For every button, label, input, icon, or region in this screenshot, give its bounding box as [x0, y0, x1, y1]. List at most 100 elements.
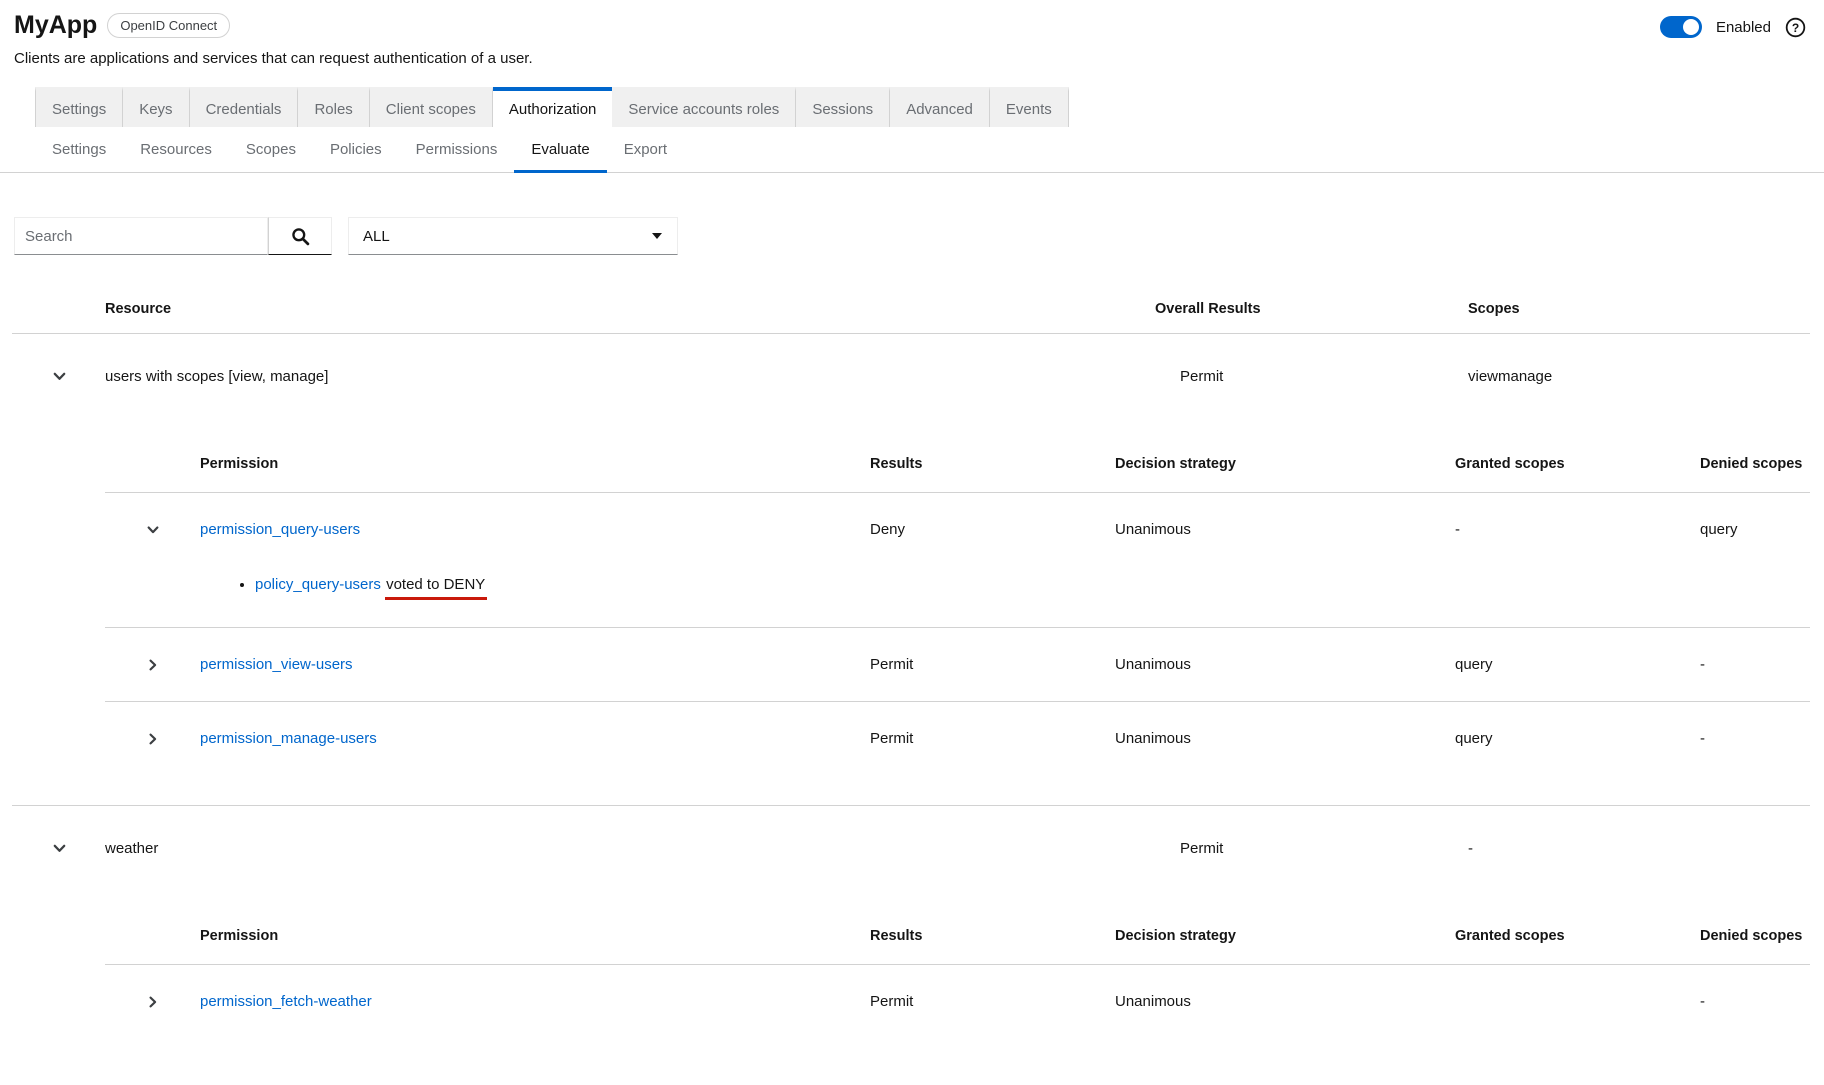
- row-expander[interactable]: [105, 523, 160, 537]
- permission-row: permission_manage-users Permit Unanimous…: [105, 702, 1810, 775]
- help-icon[interactable]: ?: [1785, 17, 1806, 38]
- tab-service-accounts-roles[interactable]: Service accounts roles: [612, 87, 796, 127]
- enabled-toggle[interactable]: [1660, 16, 1702, 38]
- permissions-table: Permission Results Decision strategy Gra…: [105, 418, 1810, 775]
- permission-row: permission_fetch-weather Permit Unanimou…: [105, 965, 1810, 1038]
- subtab-export[interactable]: Export: [607, 127, 684, 173]
- decision-strategy-value: Unanimous: [1115, 521, 1455, 538]
- granted-scopes-value: query: [1455, 730, 1700, 747]
- permission-link[interactable]: permission_view-users: [200, 656, 353, 673]
- tab-keys[interactable]: Keys: [123, 87, 189, 127]
- result-value: Permit: [870, 730, 1115, 747]
- scopes-value: viewmanage: [1468, 368, 1810, 385]
- result-value: Permit: [870, 993, 1115, 1010]
- caret-down-icon: [651, 232, 663, 240]
- denied-scopes-value: -: [1700, 656, 1810, 673]
- page-title: MyApp: [14, 10, 97, 40]
- svg-text:?: ?: [1792, 20, 1799, 34]
- col-scopes: Scopes: [1468, 301, 1810, 317]
- chevron-down-icon: [52, 841, 67, 856]
- row-expander[interactable]: [12, 369, 67, 384]
- decision-strategy-value: Unanimous: [1115, 993, 1455, 1010]
- permissions-header-row: Permission Results Decision strategy Gra…: [105, 418, 1810, 493]
- overall-result: Permit: [1155, 368, 1468, 385]
- denied-scopes-value: -: [1700, 993, 1810, 1010]
- question-circle-icon: ?: [1785, 17, 1806, 38]
- policy-votes-list: policy_query-users voted to DENY: [105, 576, 1810, 593]
- page-header: MyApp OpenID Connect Clients are applica…: [0, 0, 1824, 67]
- chevron-down-icon: [146, 523, 160, 537]
- subtab-scopes[interactable]: Scopes: [229, 127, 313, 173]
- col-results: Results: [870, 928, 1115, 944]
- granted-scopes-value: query: [1455, 656, 1700, 673]
- protocol-badge: OpenID Connect: [107, 13, 230, 38]
- permission-row: permission_query-users Deny Unanimous - …: [105, 493, 1810, 628]
- permission-link[interactable]: permission_fetch-weather: [200, 993, 372, 1010]
- chevron-down-icon: [52, 369, 67, 384]
- tab-roles[interactable]: Roles: [298, 87, 369, 127]
- row-expander[interactable]: [105, 732, 160, 746]
- tab-client-scopes[interactable]: Client scopes: [370, 87, 493, 127]
- policy-vote-item: policy_query-users voted to DENY: [255, 576, 1810, 593]
- tab-advanced[interactable]: Advanced: [890, 87, 990, 127]
- row-expander[interactable]: [12, 841, 67, 856]
- denied-scopes-value: query: [1700, 521, 1810, 538]
- subtab-settings[interactable]: Settings: [35, 127, 123, 173]
- col-granted-scopes: Granted scopes: [1455, 456, 1700, 472]
- col-permission: Permission: [200, 928, 870, 944]
- policy-link[interactable]: policy_query-users: [255, 576, 381, 593]
- denied-scopes-value: -: [1700, 730, 1810, 747]
- evaluate-toolbar: ALL: [14, 217, 1810, 255]
- row-expander[interactable]: [105, 658, 160, 672]
- tab-credentials[interactable]: Credentials: [190, 87, 299, 127]
- magnifier-icon: [291, 227, 310, 246]
- col-denied-scopes: Denied scopes: [1700, 928, 1810, 944]
- scopes-value: -: [1468, 840, 1810, 857]
- col-permission: Permission: [200, 456, 870, 472]
- resource-row: users with scopes [view, manage] Permit …: [12, 334, 1810, 418]
- chevron-right-icon: [146, 995, 160, 1009]
- tab-events[interactable]: Events: [990, 87, 1069, 127]
- search-button[interactable]: [268, 217, 332, 255]
- tab-authorization[interactable]: Authorization: [493, 87, 614, 127]
- resource-name: weather: [105, 840, 1155, 857]
- policy-vote-text: voted to DENY: [385, 576, 487, 600]
- col-resource: Resource: [105, 301, 1155, 317]
- evaluation-results-table: Resource Overall Results Scopes users wi…: [12, 281, 1810, 1038]
- decision-strategy-value: Unanimous: [1115, 730, 1455, 747]
- subtab-resources[interactable]: Resources: [123, 127, 229, 173]
- permission-link[interactable]: permission_query-users: [200, 521, 360, 538]
- page-description: Clients are applications and services th…: [14, 50, 533, 67]
- resource-filter-select[interactable]: ALL: [348, 217, 678, 255]
- result-value: Permit: [870, 656, 1115, 673]
- subtab-permissions[interactable]: Permissions: [399, 127, 515, 173]
- col-overall-results: Overall Results: [1155, 301, 1468, 317]
- results-header-row: Resource Overall Results Scopes: [12, 281, 1810, 334]
- tab-sessions[interactable]: Sessions: [796, 87, 890, 127]
- result-value: Deny: [870, 521, 1115, 538]
- tab-settings[interactable]: Settings: [35, 87, 123, 127]
- enabled-label: Enabled: [1716, 19, 1771, 36]
- toggle-knob: [1683, 19, 1699, 35]
- search-input[interactable]: [14, 217, 268, 255]
- main-tabs: Settings Keys Credentials Roles Client s…: [35, 87, 1824, 127]
- col-decision-strategy: Decision strategy: [1115, 456, 1455, 472]
- overall-result: Permit: [1155, 840, 1468, 857]
- col-granted-scopes: Granted scopes: [1455, 928, 1700, 944]
- chevron-right-icon: [146, 732, 160, 746]
- permissions-table: Permission Results Decision strategy Gra…: [105, 890, 1810, 1038]
- permission-row: permission_view-users Permit Unanimous q…: [105, 628, 1810, 702]
- permissions-header-row: Permission Results Decision strategy Gra…: [105, 890, 1810, 965]
- resource-section: users with scopes [view, manage] Permit …: [12, 334, 1810, 775]
- decision-strategy-value: Unanimous: [1115, 656, 1455, 673]
- col-denied-scopes: Denied scopes: [1700, 456, 1810, 472]
- resource-row: weather Permit -: [12, 806, 1810, 890]
- row-expander[interactable]: [105, 995, 160, 1009]
- col-results: Results: [870, 456, 1115, 472]
- resource-section: weather Permit - Permission Results Deci…: [12, 805, 1810, 1038]
- subtab-evaluate[interactable]: Evaluate: [514, 127, 606, 173]
- authorization-subtabs: Settings Resources Scopes Policies Permi…: [0, 127, 1824, 173]
- permission-link[interactable]: permission_manage-users: [200, 730, 377, 747]
- subtab-policies[interactable]: Policies: [313, 127, 399, 173]
- col-decision-strategy: Decision strategy: [1115, 928, 1455, 944]
